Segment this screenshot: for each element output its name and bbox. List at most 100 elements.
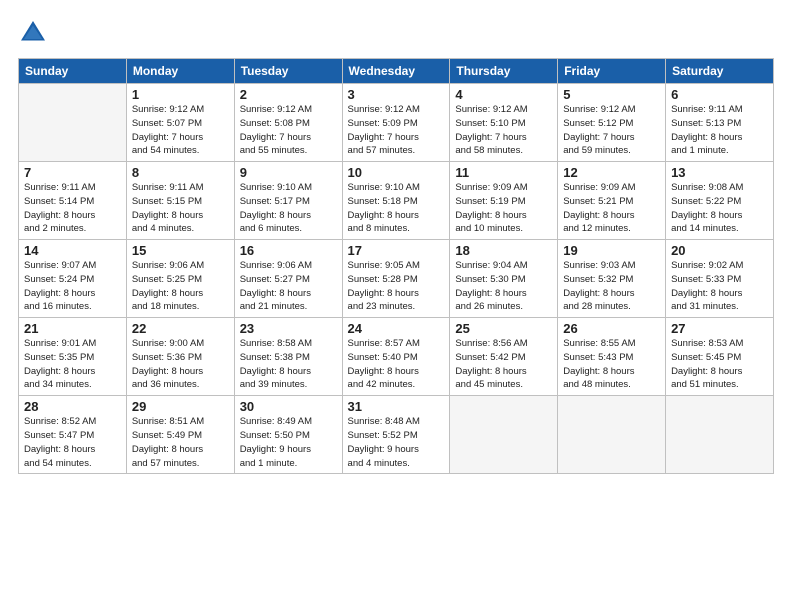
day-number: 5 <box>563 87 660 102</box>
calendar-cell: 30Sunrise: 8:49 AM Sunset: 5:50 PM Dayli… <box>234 396 342 474</box>
calendar-cell <box>558 396 666 474</box>
week-row-4: 21Sunrise: 9:01 AM Sunset: 5:35 PM Dayli… <box>19 318 774 396</box>
calendar-cell: 19Sunrise: 9:03 AM Sunset: 5:32 PM Dayli… <box>558 240 666 318</box>
calendar-cell: 2Sunrise: 9:12 AM Sunset: 5:08 PM Daylig… <box>234 84 342 162</box>
calendar-cell <box>450 396 558 474</box>
day-info: Sunrise: 9:06 AM Sunset: 5:27 PM Dayligh… <box>240 259 337 314</box>
day-info: Sunrise: 9:11 AM Sunset: 5:13 PM Dayligh… <box>671 103 768 158</box>
week-row-3: 14Sunrise: 9:07 AM Sunset: 5:24 PM Dayli… <box>19 240 774 318</box>
weekday-header-friday: Friday <box>558 59 666 84</box>
calendar-cell: 7Sunrise: 9:11 AM Sunset: 5:14 PM Daylig… <box>19 162 127 240</box>
day-info: Sunrise: 8:53 AM Sunset: 5:45 PM Dayligh… <box>671 337 768 392</box>
day-info: Sunrise: 9:11 AM Sunset: 5:14 PM Dayligh… <box>24 181 121 236</box>
day-info: Sunrise: 9:00 AM Sunset: 5:36 PM Dayligh… <box>132 337 229 392</box>
day-number: 1 <box>132 87 229 102</box>
calendar-cell <box>666 396 774 474</box>
day-number: 17 <box>348 243 445 258</box>
day-info: Sunrise: 8:58 AM Sunset: 5:38 PM Dayligh… <box>240 337 337 392</box>
calendar-cell: 20Sunrise: 9:02 AM Sunset: 5:33 PM Dayli… <box>666 240 774 318</box>
day-number: 25 <box>455 321 552 336</box>
day-info: Sunrise: 8:55 AM Sunset: 5:43 PM Dayligh… <box>563 337 660 392</box>
calendar-table: SundayMondayTuesdayWednesdayThursdayFrid… <box>18 58 774 474</box>
day-number: 4 <box>455 87 552 102</box>
day-number: 9 <box>240 165 337 180</box>
weekday-header-monday: Monday <box>126 59 234 84</box>
day-info: Sunrise: 8:56 AM Sunset: 5:42 PM Dayligh… <box>455 337 552 392</box>
day-number: 24 <box>348 321 445 336</box>
day-info: Sunrise: 9:09 AM Sunset: 5:19 PM Dayligh… <box>455 181 552 236</box>
day-number: 27 <box>671 321 768 336</box>
calendar-cell: 11Sunrise: 9:09 AM Sunset: 5:19 PM Dayli… <box>450 162 558 240</box>
day-info: Sunrise: 9:12 AM Sunset: 5:10 PM Dayligh… <box>455 103 552 158</box>
day-info: Sunrise: 9:12 AM Sunset: 5:07 PM Dayligh… <box>132 103 229 158</box>
day-number: 6 <box>671 87 768 102</box>
day-info: Sunrise: 9:02 AM Sunset: 5:33 PM Dayligh… <box>671 259 768 314</box>
weekday-header-wednesday: Wednesday <box>342 59 450 84</box>
day-number: 15 <box>132 243 229 258</box>
day-info: Sunrise: 8:49 AM Sunset: 5:50 PM Dayligh… <box>240 415 337 470</box>
weekday-header-tuesday: Tuesday <box>234 59 342 84</box>
day-number: 13 <box>671 165 768 180</box>
day-number: 12 <box>563 165 660 180</box>
calendar-cell: 1Sunrise: 9:12 AM Sunset: 5:07 PM Daylig… <box>126 84 234 162</box>
day-number: 7 <box>24 165 121 180</box>
day-info: Sunrise: 9:07 AM Sunset: 5:24 PM Dayligh… <box>24 259 121 314</box>
logo-icon <box>18 18 48 48</box>
day-number: 3 <box>348 87 445 102</box>
calendar-cell: 14Sunrise: 9:07 AM Sunset: 5:24 PM Dayli… <box>19 240 127 318</box>
calendar-cell: 22Sunrise: 9:00 AM Sunset: 5:36 PM Dayli… <box>126 318 234 396</box>
day-number: 19 <box>563 243 660 258</box>
week-row-1: 1Sunrise: 9:12 AM Sunset: 5:07 PM Daylig… <box>19 84 774 162</box>
calendar-cell: 27Sunrise: 8:53 AM Sunset: 5:45 PM Dayli… <box>666 318 774 396</box>
calendar-cell: 25Sunrise: 8:56 AM Sunset: 5:42 PM Dayli… <box>450 318 558 396</box>
calendar-cell: 16Sunrise: 9:06 AM Sunset: 5:27 PM Dayli… <box>234 240 342 318</box>
calendar-cell: 8Sunrise: 9:11 AM Sunset: 5:15 PM Daylig… <box>126 162 234 240</box>
day-number: 30 <box>240 399 337 414</box>
logo <box>18 18 50 48</box>
week-row-2: 7Sunrise: 9:11 AM Sunset: 5:14 PM Daylig… <box>19 162 774 240</box>
day-number: 31 <box>348 399 445 414</box>
day-info: Sunrise: 9:03 AM Sunset: 5:32 PM Dayligh… <box>563 259 660 314</box>
page: SundayMondayTuesdayWednesdayThursdayFrid… <box>0 0 792 612</box>
calendar-cell: 18Sunrise: 9:04 AM Sunset: 5:30 PM Dayli… <box>450 240 558 318</box>
day-number: 21 <box>24 321 121 336</box>
day-number: 20 <box>671 243 768 258</box>
calendar-cell: 17Sunrise: 9:05 AM Sunset: 5:28 PM Dayli… <box>342 240 450 318</box>
header <box>18 18 774 48</box>
day-info: Sunrise: 9:08 AM Sunset: 5:22 PM Dayligh… <box>671 181 768 236</box>
calendar-cell: 29Sunrise: 8:51 AM Sunset: 5:49 PM Dayli… <box>126 396 234 474</box>
calendar-cell: 15Sunrise: 9:06 AM Sunset: 5:25 PM Dayli… <box>126 240 234 318</box>
calendar-cell: 26Sunrise: 8:55 AM Sunset: 5:43 PM Dayli… <box>558 318 666 396</box>
day-number: 14 <box>24 243 121 258</box>
day-number: 28 <box>24 399 121 414</box>
calendar-cell <box>19 84 127 162</box>
day-info: Sunrise: 9:12 AM Sunset: 5:08 PM Dayligh… <box>240 103 337 158</box>
day-number: 23 <box>240 321 337 336</box>
day-info: Sunrise: 9:12 AM Sunset: 5:12 PM Dayligh… <box>563 103 660 158</box>
calendar-cell: 6Sunrise: 9:11 AM Sunset: 5:13 PM Daylig… <box>666 84 774 162</box>
calendar-cell: 9Sunrise: 9:10 AM Sunset: 5:17 PM Daylig… <box>234 162 342 240</box>
calendar-cell: 13Sunrise: 9:08 AM Sunset: 5:22 PM Dayli… <box>666 162 774 240</box>
calendar-cell: 5Sunrise: 9:12 AM Sunset: 5:12 PM Daylig… <box>558 84 666 162</box>
day-info: Sunrise: 9:09 AM Sunset: 5:21 PM Dayligh… <box>563 181 660 236</box>
calendar-cell: 3Sunrise: 9:12 AM Sunset: 5:09 PM Daylig… <box>342 84 450 162</box>
weekday-header-row: SundayMondayTuesdayWednesdayThursdayFrid… <box>19 59 774 84</box>
calendar-cell: 23Sunrise: 8:58 AM Sunset: 5:38 PM Dayli… <box>234 318 342 396</box>
calendar-cell: 10Sunrise: 9:10 AM Sunset: 5:18 PM Dayli… <box>342 162 450 240</box>
calendar-cell: 4Sunrise: 9:12 AM Sunset: 5:10 PM Daylig… <box>450 84 558 162</box>
calendar-cell: 12Sunrise: 9:09 AM Sunset: 5:21 PM Dayli… <box>558 162 666 240</box>
day-info: Sunrise: 9:05 AM Sunset: 5:28 PM Dayligh… <box>348 259 445 314</box>
weekday-header-saturday: Saturday <box>666 59 774 84</box>
calendar-cell: 31Sunrise: 8:48 AM Sunset: 5:52 PM Dayli… <box>342 396 450 474</box>
calendar-cell: 21Sunrise: 9:01 AM Sunset: 5:35 PM Dayli… <box>19 318 127 396</box>
day-number: 2 <box>240 87 337 102</box>
day-info: Sunrise: 8:51 AM Sunset: 5:49 PM Dayligh… <box>132 415 229 470</box>
day-info: Sunrise: 8:57 AM Sunset: 5:40 PM Dayligh… <box>348 337 445 392</box>
weekday-header-thursday: Thursday <box>450 59 558 84</box>
calendar-cell: 28Sunrise: 8:52 AM Sunset: 5:47 PM Dayli… <box>19 396 127 474</box>
calendar-cell: 24Sunrise: 8:57 AM Sunset: 5:40 PM Dayli… <box>342 318 450 396</box>
day-info: Sunrise: 9:01 AM Sunset: 5:35 PM Dayligh… <box>24 337 121 392</box>
day-info: Sunrise: 9:10 AM Sunset: 5:17 PM Dayligh… <box>240 181 337 236</box>
day-number: 26 <box>563 321 660 336</box>
day-info: Sunrise: 9:06 AM Sunset: 5:25 PM Dayligh… <box>132 259 229 314</box>
